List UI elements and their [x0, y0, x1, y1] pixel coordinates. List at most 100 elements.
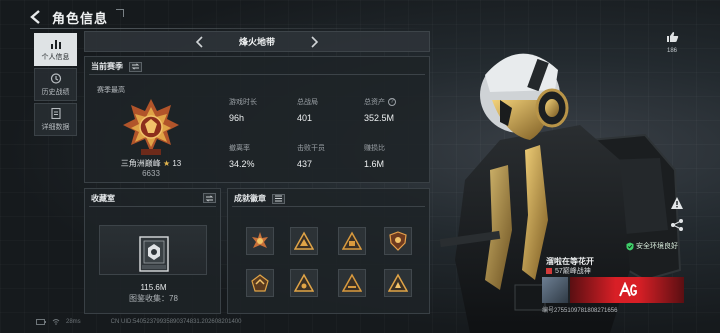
list-icon — [275, 195, 282, 202]
stat-total-matches: 总战局 401 — [297, 97, 318, 123]
achievements-header: 成就徽章 — [234, 193, 285, 204]
achievement-badge[interactable] — [338, 227, 366, 255]
like-widget[interactable]: 186 — [662, 30, 682, 54]
triangle-badge-icon — [342, 231, 362, 250]
rank-points: 6633 — [142, 169, 160, 178]
sidebar-item-history[interactable]: 历史战绩 — [34, 68, 77, 101]
top-bar: 角色信息 — [28, 6, 108, 28]
player-id: 编号2755109781808271656 — [542, 308, 618, 314]
sidebar-item-details[interactable]: 详细数据 — [34, 103, 77, 136]
safety-text: 安全环境良好 — [636, 243, 678, 250]
status-footer: 28ms CN UID:54052379935890374831.2026082… — [36, 318, 241, 325]
stat-value: 352.5M — [364, 113, 395, 123]
rank-name: 三角洲巅峰 — [120, 159, 161, 168]
page-title: 角色信息 — [52, 10, 109, 26]
like-count: 186 — [666, 48, 677, 54]
collection-panel[interactable]: 收藏室 115.6M 图鉴收集：78 — [84, 188, 221, 314]
stat-label: 游戏时长 — [229, 99, 257, 106]
user-uid: CN UID:54052379935890374831.202608201400 — [110, 318, 242, 325]
stat-value: 96h — [229, 113, 245, 123]
help-icon[interactable]: ? — [388, 98, 396, 106]
document-icon — [50, 107, 61, 119]
achievements-title: 成就徽章 — [234, 194, 266, 203]
stat-value: 401 — [297, 113, 313, 123]
collection-value: 115.6M — [140, 283, 167, 292]
share-icon[interactable] — [670, 218, 684, 232]
chevron-left-icon[interactable] — [193, 35, 207, 49]
bar-chart-icon — [50, 39, 61, 49]
player-tag-text: 57巅峰战神 — [555, 268, 591, 275]
player-tag: 57巅峰战神 — [546, 266, 591, 276]
stat-extract-rate: 撤离率 34.2% — [229, 143, 255, 169]
collection-count: 图鉴收集：78 — [129, 294, 178, 303]
star-icon: ★ — [162, 159, 171, 168]
triangle-badge-icon — [294, 231, 314, 250]
swap-icon — [131, 63, 140, 70]
achievement-badge[interactable] — [384, 227, 412, 255]
battery-icon — [36, 318, 46, 325]
stat-label: 击败干员 — [297, 145, 325, 152]
collection-header: 收藏室 — [91, 193, 115, 204]
season-best-label: 赛季最高 — [97, 87, 125, 94]
divider — [232, 206, 425, 207]
wifi-icon — [52, 319, 60, 325]
stat-kills: 击败干员 437 — [297, 143, 325, 169]
display-cabinet-icon — [139, 236, 169, 272]
app-root: 角色信息 个人信息 历史战绩 详细数据 烽火地带 当前赛季 赛季最高 三角洲巅峰… — [0, 0, 720, 333]
triangle-badge-icon — [388, 273, 408, 292]
collection-title: 收藏室 — [91, 194, 115, 203]
tag-badge-icon — [546, 268, 552, 274]
rank-title: 三角洲巅峰 ★ 13 — [101, 158, 201, 169]
season-panel: 当前赛季 赛季最高 三角洲巅峰 ★ 13 6633 游戏时长 96h 总战局 4… — [84, 56, 430, 183]
shield-badge-icon — [389, 231, 407, 251]
achievement-badge[interactable] — [290, 227, 318, 255]
stat-label: 撤离率 — [229, 145, 250, 152]
stat-label: 总战局 — [297, 99, 318, 106]
header-divider — [30, 28, 430, 29]
stat-label-text: 总资产 — [364, 99, 385, 106]
achievement-badge[interactable] — [246, 227, 274, 255]
map-selector: 烽火地带 — [84, 31, 430, 52]
divider — [89, 74, 425, 75]
stat-value: 437 — [297, 159, 313, 169]
corner-decoration — [116, 9, 124, 17]
sidebar-item-label: 历史战绩 — [41, 88, 70, 96]
swap-icon — [205, 194, 214, 202]
rank-emblem-icon — [123, 99, 179, 155]
achievements-list-button[interactable] — [272, 193, 285, 204]
chevron-right-icon[interactable] — [307, 35, 321, 49]
sidebar-item-personal-info[interactable]: 个人信息 — [34, 33, 77, 66]
achievement-badge[interactable] — [384, 269, 412, 297]
achievement-badge[interactable] — [290, 269, 318, 297]
thumbs-up-icon — [666, 32, 678, 42]
stat-total-assets: 总资产 ? 352.5M — [364, 97, 396, 123]
achievement-badge[interactable] — [246, 269, 274, 297]
map-name: 烽火地带 — [238, 37, 275, 47]
crest-badge-icon — [251, 274, 269, 292]
triangle-badge-icon — [342, 273, 362, 292]
triangle-badge-icon — [294, 273, 314, 292]
achievements-panel[interactable]: 成就徽章 — [227, 188, 430, 314]
sidebar: 个人信息 历史战绩 详细数据 — [34, 33, 77, 138]
switch-collection-button[interactable] — [203, 193, 216, 203]
safety-status: 安全环境良好 — [626, 241, 678, 251]
back-arrow-icon[interactable] — [28, 9, 44, 25]
stat-playtime: 游戏时长 96h — [229, 97, 257, 123]
stat-value: 1.6M — [364, 159, 385, 169]
player-card[interactable] — [542, 277, 684, 303]
sidebar-item-label: 个人信息 — [41, 53, 70, 61]
ping-value: 28ms — [66, 318, 81, 325]
season-title: 当前赛季 — [91, 62, 123, 71]
avatar[interactable] — [542, 277, 568, 303]
name-card-banner — [570, 277, 684, 303]
season-header: 当前赛季 — [91, 61, 142, 72]
medal-badge-icon — [252, 232, 268, 248]
switch-season-button[interactable] — [129, 61, 142, 72]
stat-label: 总资产 ? — [364, 97, 396, 107]
divider — [89, 206, 216, 207]
history-icon — [50, 72, 61, 84]
rank-level: 13 — [172, 159, 182, 168]
achievement-badge[interactable] — [338, 269, 366, 297]
warning-icon[interactable] — [670, 196, 684, 210]
stat-value: 34.2% — [229, 159, 255, 169]
